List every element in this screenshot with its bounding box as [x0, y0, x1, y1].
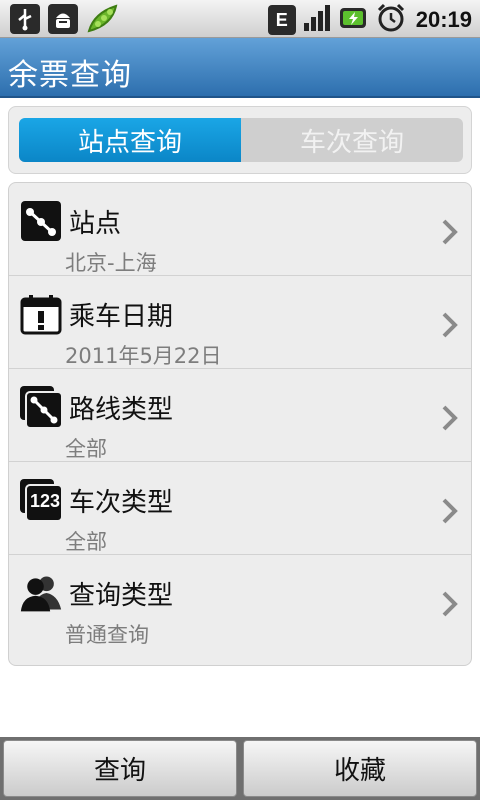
station-route-icon [19, 199, 63, 243]
chevron-right-icon [442, 498, 458, 524]
battery-icon [338, 3, 370, 37]
query-button[interactable]: 查询 [3, 740, 237, 797]
list-item-subtitle: 北京-上海 [65, 251, 157, 275]
chevron-right-icon [442, 405, 458, 431]
chevron-right-icon [442, 591, 458, 617]
train-number-icon-text: 123 [29, 491, 61, 511]
segmented-control: 站点查询 车次查询 [19, 118, 463, 162]
list-item-subtitle: 全部 [65, 530, 107, 554]
route-type-icon [19, 385, 63, 429]
chevron-right-icon [442, 312, 458, 338]
title-bar: 余票查询 [0, 38, 480, 98]
list-item-station[interactable]: 站点 北京-上海 [9, 183, 471, 276]
tab-station-query[interactable]: 站点查询 [19, 118, 241, 162]
list-item-query-type[interactable]: 查询类型 普通查询 [9, 555, 471, 648]
android-debug-icon [48, 4, 78, 34]
list-item-subtitle: 普通查询 [65, 623, 149, 647]
calendar-icon [19, 292, 63, 336]
list-item-subtitle: 全部 [65, 437, 107, 461]
tab-container: 站点查询 车次查询 [8, 106, 472, 174]
signal-icon [302, 3, 332, 37]
tab-train-number-query[interactable]: 车次查询 [241, 118, 463, 162]
list-item-title: 查询类型 [69, 581, 174, 611]
status-bar: E 20:19 [0, 0, 480, 38]
favorite-button[interactable]: 收藏 [243, 740, 477, 797]
usb-icon [10, 4, 40, 34]
page-title: 余票查询 [8, 58, 132, 93]
users-icon [19, 571, 63, 615]
pea-pod-icon [86, 3, 120, 35]
list-item-title: 车次类型 [69, 488, 174, 518]
list-item-train-type[interactable]: 123 车次类型 全部 [9, 462, 471, 555]
list-item-subtitle: 2011年5月22日 [65, 344, 222, 368]
system-icons: E 20:19 [267, 3, 472, 37]
list-item-travel-date[interactable]: 乘车日期 2011年5月22日 [9, 276, 471, 369]
list-item-title: 乘车日期 [69, 302, 174, 332]
notification-icons [10, 3, 120, 35]
list-item-title: 路线类型 [69, 395, 174, 425]
query-options-list: 站点 北京-上海 乘车日期 2011年5月22日 路线类型 全部 123 车次类… [8, 182, 472, 666]
edge-network-icon: E [267, 5, 296, 35]
train-number-icon: 123 [19, 478, 63, 522]
list-item-route-type[interactable]: 路线类型 全部 [9, 369, 471, 462]
status-clock: 20:19 [415, 7, 472, 32]
alarm-icon [376, 3, 406, 37]
list-item-title: 站点 [69, 209, 122, 239]
bottom-action-bar: 查询 收藏 [0, 737, 480, 800]
chevron-right-icon [442, 219, 458, 245]
